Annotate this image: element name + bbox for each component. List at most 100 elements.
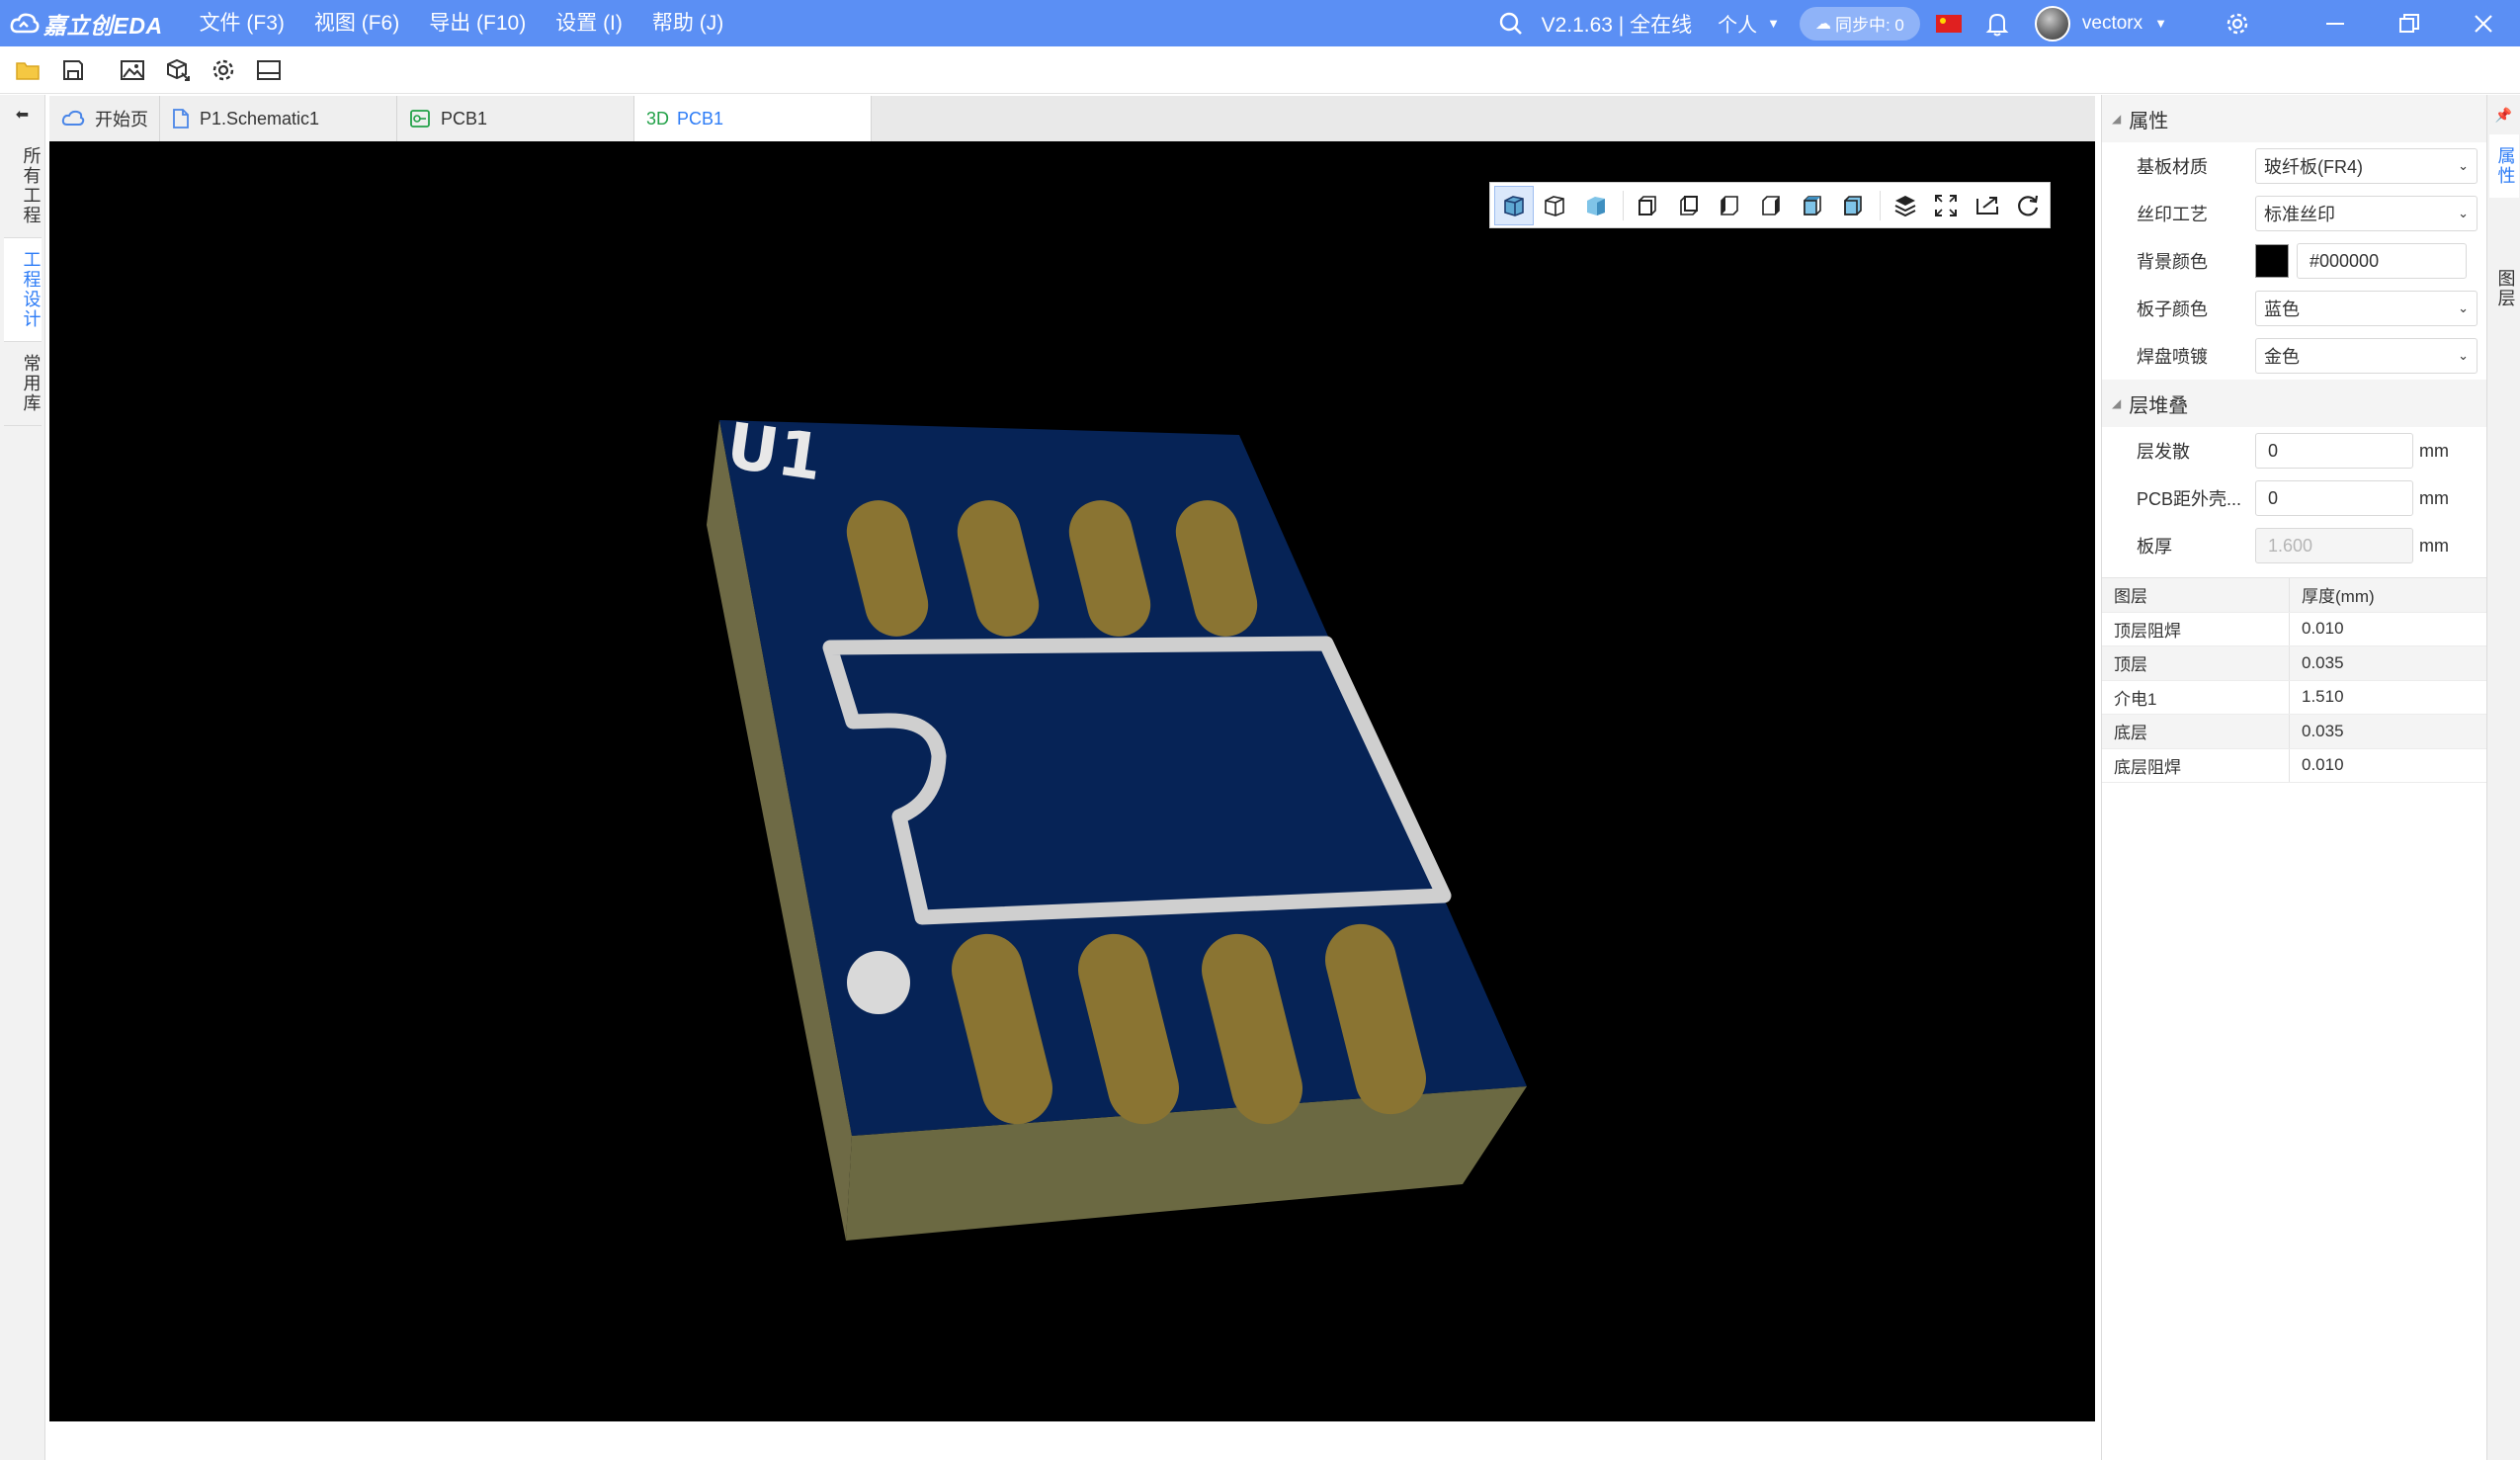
sync-status[interactable]: ☁ 同步中: 0 bbox=[1799, 6, 1920, 41]
view-top-icon bbox=[1803, 195, 1821, 215]
avatar[interactable] bbox=[2034, 5, 2070, 42]
menu-settings[interactable]: 设置 (I) bbox=[541, 0, 637, 46]
view-front-button[interactable] bbox=[1629, 186, 1668, 225]
properties-panel: ◢ 属性 基板材质 玻纤板(FR4) ⌄ 丝印工艺 标准丝印 ⌄ 背景颜色 #0… bbox=[2101, 95, 2486, 1460]
close-icon bbox=[2474, 14, 2492, 33]
export-image-button[interactable] bbox=[113, 50, 152, 90]
export-view-button[interactable] bbox=[1968, 186, 2007, 225]
background-color-input[interactable]: #000000 bbox=[2297, 243, 2467, 279]
tab-pcb[interactable]: PCB1 bbox=[397, 96, 634, 141]
collapse-triangle-icon: ◢ bbox=[2112, 396, 2122, 410]
close-button[interactable] bbox=[2446, 0, 2520, 46]
table-row[interactable]: 顶层阻焊 0.010 bbox=[2102, 612, 2486, 646]
workspace-label: 个人 bbox=[1718, 15, 1758, 37]
fit-view-button[interactable] bbox=[1926, 186, 1966, 225]
view-shaded-button[interactable] bbox=[1494, 185, 1534, 225]
layer-thickness: 0.035 bbox=[2302, 652, 2344, 672]
tab-layers[interactable]: 图层 bbox=[2489, 257, 2519, 320]
view-wireframe-button[interactable] bbox=[1536, 186, 1575, 225]
table-row[interactable]: 顶层 0.035 bbox=[2102, 646, 2486, 681]
image-icon bbox=[121, 59, 144, 80]
main-toolbar bbox=[0, 46, 2520, 94]
property-label: 板子颜色 bbox=[2137, 300, 2208, 319]
designator-label: U1 bbox=[722, 410, 827, 496]
panel-toggle-button[interactable] bbox=[249, 50, 289, 90]
export-model-button[interactable] bbox=[158, 50, 198, 90]
bell-icon[interactable] bbox=[1985, 11, 2009, 37]
properties-section-header[interactable]: ◢ 属性 bbox=[2102, 95, 2486, 142]
layer-spread-input[interactable]: 0 bbox=[2255, 433, 2413, 469]
sidebar-item-common-library[interactable]: 常用库 bbox=[3, 342, 42, 426]
chevron-down-icon: ▼ bbox=[1767, 16, 1780, 31]
chevron-down-icon: ⌄ bbox=[2458, 206, 2469, 220]
tab-start-page[interactable]: 开始页 bbox=[49, 96, 160, 141]
section-title: 层堆叠 bbox=[2129, 394, 2189, 417]
workspace-switcher[interactable]: 个人 ▼ bbox=[1718, 9, 1780, 38]
search-icon[interactable] bbox=[1498, 11, 1524, 37]
pad-plating-select[interactable]: 金色 ⌄ bbox=[2255, 338, 2478, 374]
rotate-button[interactable] bbox=[2008, 186, 2048, 225]
menu-help[interactable]: 帮助 (J) bbox=[637, 0, 738, 46]
color-swatch[interactable] bbox=[2255, 244, 2289, 278]
tab-3d-pcb[interactable]: 3D PCB1 bbox=[634, 96, 872, 141]
sidebar-item-all-projects[interactable]: 所有工程 bbox=[3, 134, 42, 238]
right-side-tabs: 📌 属性 图层 bbox=[2486, 95, 2520, 1460]
view-back-button[interactable] bbox=[1669, 186, 1709, 225]
table-header: 图层 厚度(mm) bbox=[2102, 578, 2486, 613]
pin-icon[interactable]: 📌 bbox=[2487, 95, 2520, 134]
view-left-button[interactable] bbox=[1711, 186, 1750, 225]
tab-label: 开始页 bbox=[95, 110, 148, 129]
tab-label: PCB1 bbox=[677, 108, 724, 129]
tab-properties[interactable]: 属性 bbox=[2488, 134, 2519, 198]
menu-view[interactable]: 视图 (F6) bbox=[299, 0, 414, 46]
3d-viewport[interactable]: U1 bbox=[49, 141, 2095, 1421]
property-label: 板厚 bbox=[2137, 537, 2172, 557]
language-flag-icon[interactable] bbox=[1935, 14, 1962, 33]
menu-file[interactable]: 文件 (F3) bbox=[185, 0, 299, 46]
stackup-section-header[interactable]: ◢ 层堆叠 bbox=[2102, 380, 2486, 427]
tab-schematic[interactable]: P1.Schematic1 bbox=[160, 96, 397, 141]
property-row: 板厚 1.600 mm bbox=[2102, 522, 2486, 569]
chevron-down-icon: ⌄ bbox=[2458, 348, 2469, 363]
view-bottom-button[interactable] bbox=[1833, 186, 1873, 225]
cloud-sync-icon: ☁ bbox=[1814, 15, 1831, 33]
layers-button[interactable] bbox=[1886, 186, 1925, 225]
substrate-material-select[interactable]: 玻纤板(FR4) ⌄ bbox=[2255, 148, 2478, 184]
username[interactable]: vectorx bbox=[2082, 13, 2142, 35]
user-chevron-down-icon[interactable]: ▼ bbox=[2154, 16, 2167, 31]
open-folder-button[interactable] bbox=[8, 50, 47, 90]
app-logo[interactable]: 嘉立创EDA bbox=[10, 0, 163, 46]
gear-icon[interactable] bbox=[2225, 11, 2250, 37]
select-value: 蓝色 bbox=[2264, 300, 2300, 319]
layers-icon bbox=[1894, 195, 1915, 216]
cloud-icon bbox=[61, 110, 85, 128]
save-button[interactable] bbox=[53, 50, 93, 90]
unit-label: mm bbox=[2419, 487, 2449, 508]
board-color-select[interactable]: 蓝色 ⌄ bbox=[2255, 291, 2478, 326]
sidebar-item-project-design[interactable]: 工程设计 bbox=[3, 238, 42, 342]
section-title: 属性 bbox=[2129, 110, 2169, 132]
property-label: 背景颜色 bbox=[2137, 252, 2208, 272]
minimize-button[interactable] bbox=[2298, 0, 2372, 46]
table-row[interactable]: 底层阻焊 0.010 bbox=[2102, 748, 2486, 783]
cube-wireframe-icon bbox=[1545, 195, 1565, 216]
restore-button[interactable] bbox=[2372, 0, 2446, 46]
table-row[interactable]: 介电1 1.510 bbox=[2102, 680, 2486, 715]
silkscreen-process-select[interactable]: 标准丝印 ⌄ bbox=[2255, 196, 2478, 231]
main-menu: 文件 (F3) 视图 (F6) 导出 (F10) 设置 (I) 帮助 (J) bbox=[185, 0, 739, 46]
pin-icon[interactable]: ⬅ bbox=[0, 95, 44, 134]
menu-export[interactable]: 导出 (F10) bbox=[414, 0, 541, 46]
layer-name: 介电1 bbox=[2102, 680, 2290, 714]
export-arrow-icon bbox=[1975, 196, 1998, 215]
pcb-enclosure-distance-input[interactable]: 0 bbox=[2255, 480, 2413, 516]
settings-button[interactable] bbox=[204, 50, 243, 90]
save-icon bbox=[63, 59, 83, 80]
layer-name: 顶层 bbox=[2102, 646, 2290, 680]
view-top-button[interactable] bbox=[1793, 186, 1832, 225]
3d-prefix-label: 3D bbox=[646, 108, 670, 129]
view-right-button[interactable] bbox=[1751, 186, 1791, 225]
document-icon bbox=[172, 108, 190, 129]
table-row[interactable]: 底层 0.035 bbox=[2102, 715, 2486, 749]
view-solid-button[interactable] bbox=[1576, 186, 1616, 225]
folder-icon bbox=[16, 61, 40, 80]
